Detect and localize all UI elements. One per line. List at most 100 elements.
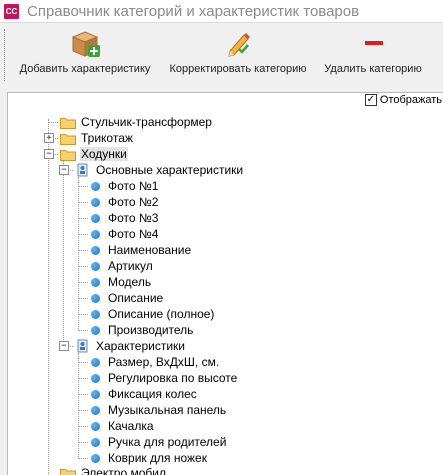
feature-dot-icon (91, 374, 100, 383)
tree-node-feature[interactable]: Ручка для родителей (88, 434, 227, 450)
tree-node-label: Коврик для ножек (107, 451, 208, 465)
tree-node-category[interactable]: Трикотаж (60, 130, 134, 146)
tree-line (78, 298, 88, 299)
tree-node-label: Стульчик-трансформер (80, 115, 213, 129)
app-icon: СС (4, 4, 19, 19)
feature-dot-icon (91, 438, 100, 447)
tree-node-feature[interactable]: Фото №3 (88, 210, 159, 226)
properties-icon (75, 339, 91, 353)
folder-icon (60, 132, 76, 145)
tree-line (78, 234, 88, 235)
tree-line (78, 362, 88, 363)
tree-line (78, 218, 88, 219)
tree-node-group[interactable]: Основные характеристики (75, 162, 244, 178)
feature-dot-icon (91, 406, 100, 415)
tree-node-label: Артикул (107, 259, 154, 273)
tree-line (78, 202, 88, 203)
collapse-toggle[interactable]: − (44, 149, 54, 159)
tree-node-label: Производитель (107, 323, 194, 337)
feature-dot-icon (91, 198, 100, 207)
delete-category-button[interactable]: Удалить категорию (318, 23, 428, 87)
tree-node-label: Музыкальная панель (107, 403, 227, 417)
feature-dot-icon (91, 358, 100, 367)
tree-node-feature[interactable]: Модель (88, 274, 152, 290)
edit-category-button[interactable]: Корректировать категорию (162, 23, 314, 87)
collapse-toggle[interactable]: − (59, 341, 69, 351)
folder-icon (60, 148, 76, 161)
tree-line (78, 186, 88, 187)
tree-node-group[interactable]: Характеристики (75, 338, 186, 354)
tree-node-feature[interactable]: Музыкальная панель (88, 402, 227, 418)
tree-node-label: Размер, ВхДхШ, см. (107, 355, 220, 369)
box-add-icon (69, 27, 101, 59)
tree-node-category[interactable]: Стульчик-трансформер (60, 114, 213, 130)
tree-line (78, 353, 79, 459)
tree-node-label: Регулировка по высоте (107, 371, 238, 385)
feature-dot-icon (91, 422, 100, 431)
show-toggle[interactable]: ✓ Отображать (365, 94, 442, 106)
feature-dot-icon (91, 230, 100, 239)
feature-dot-icon (91, 262, 100, 271)
tree-node-label: Фото №3 (107, 211, 159, 225)
toolbar: Добавить характеристику Корректировать к… (0, 22, 443, 87)
feature-dot-icon (91, 214, 100, 223)
tree-node-label: Фото №4 (107, 227, 159, 241)
minus-icon (357, 27, 389, 59)
tree-node-label: Характеристики (95, 339, 186, 353)
tree-node-feature[interactable]: Регулировка по высоте (88, 370, 238, 386)
tree-line (78, 378, 88, 379)
category-tree[interactable]: ✓ Отображать Стульчик-трансформер + Трик… (7, 92, 443, 475)
tree-line (78, 394, 88, 395)
toolbar-grip[interactable] (4, 29, 7, 81)
tree-node-label: Наименование (107, 243, 192, 257)
feature-dot-icon (91, 182, 100, 191)
tree-line (78, 314, 88, 315)
tree-line (48, 122, 58, 123)
tree-node-feature[interactable]: Производитель (88, 322, 194, 338)
show-checkbox[interactable]: ✓ (365, 94, 377, 106)
tree-node-feature[interactable]: Коврик для ножек (88, 450, 208, 466)
expand-toggle[interactable]: + (44, 133, 54, 143)
window-title: Справочник категорий и характеристик тов… (27, 3, 359, 20)
tree-node-feature[interactable]: Артикул (88, 258, 154, 274)
properties-icon (75, 163, 91, 177)
feature-dot-icon (91, 294, 100, 303)
folder-icon (60, 116, 76, 129)
tree-line (78, 282, 88, 283)
tree-node-feature[interactable]: Фото №4 (88, 226, 159, 242)
show-label: Отображать (380, 94, 442, 106)
tree-node-label: Качалка (107, 419, 155, 433)
tree-node-label: Фото №1 (107, 179, 159, 193)
tree-node-feature[interactable]: Описание (полное) (88, 306, 215, 322)
feature-dot-icon (91, 278, 100, 287)
tree-line (78, 458, 88, 459)
add-characteristic-button[interactable]: Добавить характеристику (14, 23, 156, 87)
tree-line (78, 177, 79, 331)
tree-node-feature[interactable]: Наименование (88, 242, 192, 258)
tree-line (78, 330, 88, 331)
tree-line (78, 250, 88, 251)
tree-line (48, 119, 49, 475)
tree-node-feature[interactable]: Описание (88, 290, 164, 306)
delete-category-label: Удалить категорию (324, 63, 421, 75)
edit-category-label: Корректировать категорию (169, 63, 306, 75)
add-characteristic-label: Добавить характеристику (20, 63, 151, 75)
tree-node-label: Трикотаж (80, 131, 134, 145)
feature-dot-icon (91, 310, 100, 319)
tree-node-feature[interactable]: Фото №1 (88, 178, 159, 194)
feature-dot-icon (91, 246, 100, 255)
tree-node-label: Описание (107, 291, 164, 305)
title-bar: СС Справочник категорий и характеристик … (0, 0, 443, 22)
tree-node-category-selected[interactable]: Ходунки (60, 146, 128, 162)
tree-node-feature[interactable]: Размер, ВхДхШ, см. (88, 354, 220, 370)
tree-node-label: Ручка для родителей (107, 435, 227, 449)
tree-node-feature[interactable]: Качалка (88, 418, 155, 434)
tree-node-label: Фото №2 (107, 195, 159, 209)
tree-node-feature[interactable]: Фото №2 (88, 194, 159, 210)
collapse-toggle[interactable]: − (59, 165, 69, 175)
tree-node-label: Описание (полное) (107, 307, 215, 321)
tree-node-feature[interactable]: Фиксация колес (88, 386, 198, 402)
feature-dot-icon (91, 454, 100, 463)
tree-line (78, 426, 88, 427)
pencil-check-icon (222, 27, 254, 59)
